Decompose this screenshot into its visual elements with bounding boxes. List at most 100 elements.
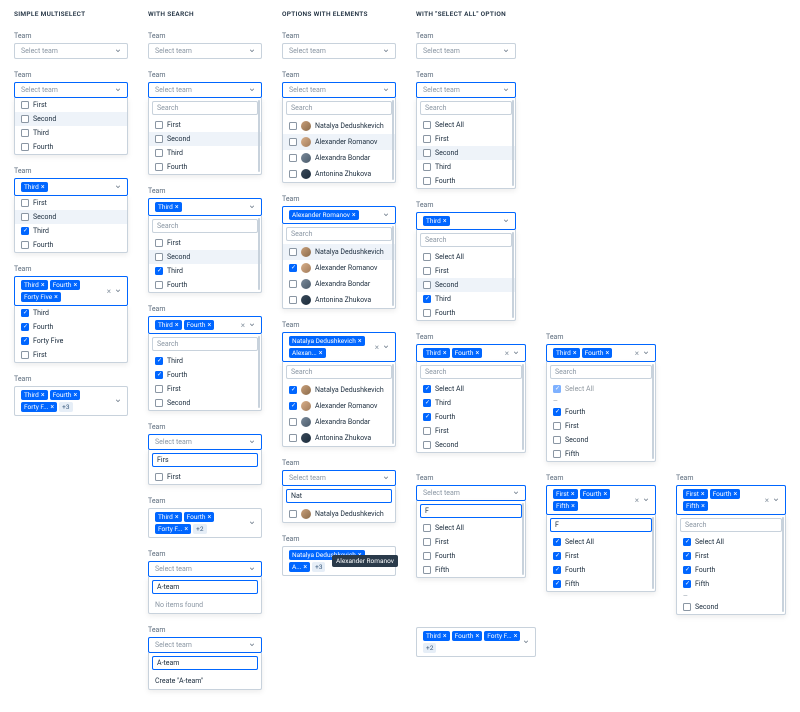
clear-all-icon[interactable]: × — [505, 349, 509, 358]
option[interactable]: Fourth — [417, 306, 515, 320]
chip[interactable]: A...× — [289, 562, 310, 572]
clear-all-icon[interactable]: × — [241, 321, 245, 330]
chip[interactable]: Fourth× — [184, 512, 215, 522]
option-first[interactable]: First — [15, 98, 127, 112]
search-input[interactable] — [680, 518, 782, 532]
chip[interactable]: Fifth× — [683, 501, 708, 511]
search-input[interactable] — [286, 227, 392, 241]
option-user[interactable]: Antonina Zhukova — [283, 292, 395, 308]
clear-all-icon[interactable]: × — [635, 349, 639, 358]
option-second[interactable]: Second — [15, 210, 127, 224]
option[interactable]: First — [677, 549, 785, 563]
select-trigger[interactable]: Third× Fourth× Forty Five× × — [14, 276, 128, 306]
chip[interactable]: Third× — [423, 631, 450, 641]
option[interactable]: Second — [417, 278, 515, 292]
option-select-all[interactable]: Select All — [417, 250, 515, 264]
chip[interactable]: Fourth× — [452, 348, 483, 358]
option[interactable]: Third — [149, 354, 261, 368]
chip-third[interactable]: Third× — [21, 182, 48, 192]
clear-all-icon[interactable]: × — [107, 287, 111, 296]
chip-remove-icon[interactable]: × — [54, 294, 58, 301]
select-trigger[interactable]: Select team — [148, 561, 262, 577]
chip[interactable]: Fourth× — [582, 348, 613, 358]
option-third[interactable]: Third — [15, 224, 127, 238]
select-trigger[interactable]: Select team — [282, 43, 396, 59]
option[interactable]: First — [417, 132, 515, 146]
option-user[interactable]: Antonina Zhukova — [283, 430, 395, 446]
search-input[interactable] — [152, 580, 258, 594]
select-trigger[interactable]: Third× — [14, 178, 128, 196]
option-user[interactable]: Alexandra Bondar — [283, 150, 395, 166]
search-input[interactable] — [152, 219, 258, 233]
option-user[interactable]: Natalya Dedushkevich — [283, 382, 395, 398]
option[interactable]: Fifth — [547, 447, 655, 461]
more-chip[interactable]: +3 — [312, 562, 325, 572]
option[interactable]: Fourth — [417, 174, 515, 188]
chip[interactable]: Fourth× — [710, 489, 741, 499]
option[interactable]: Second — [417, 146, 515, 160]
clear-all-icon[interactable]: × — [375, 343, 379, 352]
create-option[interactable]: Create "A-team" — [149, 673, 261, 689]
select-trigger[interactable]: Select team — [148, 43, 262, 59]
search-input[interactable] — [420, 101, 512, 115]
chip[interactable]: Forty F...× — [484, 631, 520, 641]
select-trigger[interactable]: Third× Fourth× Forty F...× +2 — [148, 508, 262, 538]
option-user[interactable]: Alexandra Bondar — [283, 414, 395, 430]
option[interactable]: Fourth — [547, 563, 655, 577]
option[interactable]: First — [547, 419, 655, 433]
option[interactable]: Forty Five — [15, 334, 127, 348]
option-select-all[interactable]: Select All — [677, 535, 785, 549]
chip[interactable]: Third× — [21, 280, 48, 290]
chip[interactable]: Third× — [553, 348, 580, 358]
chip[interactable]: First× — [683, 489, 708, 499]
search-input[interactable] — [420, 233, 512, 247]
option-second[interactable]: Second — [15, 112, 127, 126]
chip[interactable]: Fourth× — [452, 631, 483, 641]
select-trigger[interactable]: Natalya Dedushkevich× Alexan...× × — [282, 332, 396, 362]
option[interactable]: Third — [149, 264, 261, 278]
more-chip[interactable]: +3 — [59, 402, 72, 412]
option-select-all[interactable]: Select All — [547, 535, 655, 549]
option[interactable]: First — [149, 236, 261, 250]
option[interactable]: Fourth — [417, 410, 525, 424]
search-input[interactable] — [152, 453, 258, 467]
option-fourth[interactable]: Fourth — [15, 238, 127, 252]
checkbox[interactable] — [21, 115, 29, 123]
option-select-all[interactable]: Select All — [417, 382, 525, 396]
option[interactable]: Third — [149, 146, 261, 160]
chip[interactable]: Third× — [155, 320, 182, 330]
select-trigger[interactable]: Third× Fourth× Forty F...× +3 — [14, 386, 128, 416]
select-trigger[interactable]: Select team — [282, 470, 396, 486]
select-trigger[interactable]: Third× Fourth× × — [416, 344, 526, 362]
chip[interactable]: Natalya Dedushkevich× — [289, 336, 365, 346]
chip-remove-icon[interactable]: × — [41, 282, 45, 289]
option-select-all[interactable]: Select All — [417, 118, 515, 132]
clear-all-icon[interactable]: × — [635, 496, 639, 505]
option[interactable]: First — [15, 348, 127, 362]
option[interactable]: Fourth — [15, 320, 127, 334]
option[interactable]: First — [417, 264, 515, 278]
option[interactable]: Fourth — [149, 368, 261, 382]
option[interactable]: Fourth — [547, 405, 655, 419]
search-input[interactable] — [286, 489, 392, 503]
option[interactable]: Fifth — [547, 577, 655, 591]
option-third[interactable]: Third — [15, 126, 127, 140]
select-trigger[interactable]: Third× Fourth× × — [546, 344, 656, 362]
option-user[interactable]: Alexandra Bondar — [283, 276, 395, 292]
select-trigger[interactable]: Select team — [416, 485, 526, 501]
select-trigger[interactable]: First× Fourth× Fifth× × — [676, 485, 786, 515]
chip[interactable]: Forty F...× — [21, 402, 57, 412]
option[interactable]: First — [149, 470, 261, 484]
option[interactable]: First — [417, 424, 525, 438]
select-trigger[interactable]: Select team — [148, 434, 262, 450]
more-chip[interactable]: +2 — [423, 643, 436, 653]
option[interactable]: First — [149, 382, 261, 396]
option[interactable]: First — [547, 549, 655, 563]
option[interactable]: Fifth — [677, 577, 785, 591]
chip[interactable]: Fourth× — [50, 390, 81, 400]
option[interactable]: Fourth — [149, 278, 261, 292]
option-user[interactable]: Alexander Romanov — [283, 134, 395, 150]
option[interactable]: First — [149, 118, 261, 132]
chip-remove-icon[interactable]: × — [41, 184, 45, 191]
chip[interactable]: Third× — [423, 348, 450, 358]
